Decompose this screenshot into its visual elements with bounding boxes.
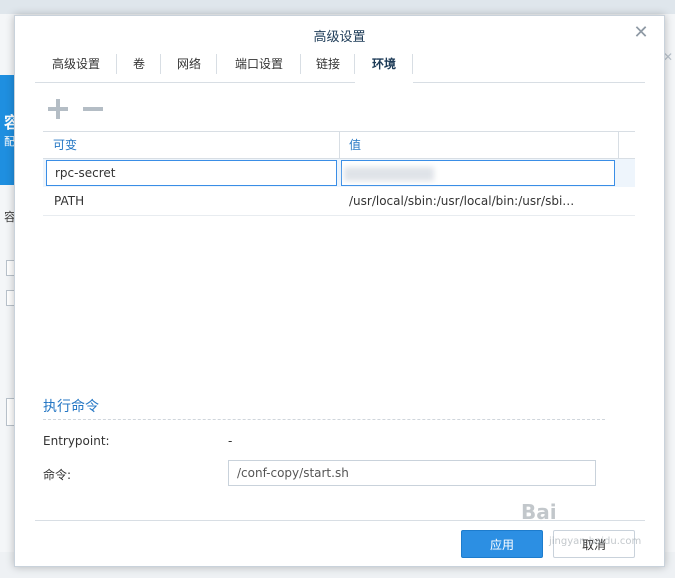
value-input[interactable] bbox=[341, 160, 615, 186]
plus-icon[interactable] bbox=[48, 99, 68, 119]
column-header-variable[interactable]: 可变 bbox=[53, 132, 77, 158]
cancel-button[interactable]: 取消 bbox=[553, 530, 635, 558]
table-row[interactable]: PATH /usr/local/sbin:/usr/local/bin:/usr… bbox=[43, 187, 635, 216]
tab-label: 环境 bbox=[371, 57, 396, 71]
tab-label: 卷 bbox=[132, 57, 145, 71]
tab-advanced-settings[interactable]: 高级设置 bbox=[35, 50, 117, 82]
table-row[interactable] bbox=[43, 159, 635, 187]
tab-port-settings[interactable]: 端口设置 bbox=[217, 50, 301, 82]
tab-label: 网络 bbox=[176, 57, 201, 71]
entrypoint-value: - bbox=[228, 434, 233, 448]
dialog-title-bar: 高级设置 ✕ bbox=[15, 16, 664, 52]
table-header: 可变 值 bbox=[43, 131, 635, 159]
exec-section-title: 执行命令 bbox=[43, 399, 99, 415]
tab-bar: 高级设置 卷 网络 端口设置 链接 环境 bbox=[35, 50, 645, 83]
column-header-value[interactable]: 值 bbox=[349, 132, 361, 158]
section-divider bbox=[43, 419, 605, 420]
tab-volume[interactable]: 卷 bbox=[117, 50, 161, 82]
advanced-settings-dialog: 高级设置 ✕ 高级设置 卷 网络 端口设置 链接 环境 可变 值 rpc-sec… bbox=[14, 15, 665, 567]
variable-input[interactable] bbox=[46, 160, 337, 186]
tab-label: 端口设置 bbox=[234, 57, 283, 71]
footer-divider bbox=[35, 520, 645, 521]
close-icon[interactable]: ✕ bbox=[632, 24, 650, 42]
tab-label: 链接 bbox=[315, 57, 340, 71]
command-label: 命令: bbox=[43, 468, 72, 482]
environment-table: 可变 值 PATH /usr/local/sbin:/usr/local/bin… bbox=[43, 131, 635, 216]
dialog-title: 高级设置 bbox=[313, 30, 366, 45]
redacted-value bbox=[344, 167, 434, 181]
value-cell: /usr/local/sbin:/usr/local/bin:/usr/sbi… bbox=[349, 194, 575, 208]
entrypoint-label: Entrypoint: bbox=[43, 434, 110, 448]
background-topbar bbox=[0, 0, 675, 14]
tab-environment[interactable]: 环境 bbox=[355, 50, 413, 83]
tab-network[interactable]: 网络 bbox=[161, 50, 217, 82]
tab-links[interactable]: 链接 bbox=[301, 50, 355, 82]
apply-button[interactable]: 应用 bbox=[461, 530, 543, 558]
command-input[interactable] bbox=[228, 460, 596, 486]
variable-cell: PATH bbox=[54, 194, 85, 208]
minus-icon[interactable] bbox=[83, 100, 103, 118]
tab-label: 高级设置 bbox=[51, 57, 100, 71]
